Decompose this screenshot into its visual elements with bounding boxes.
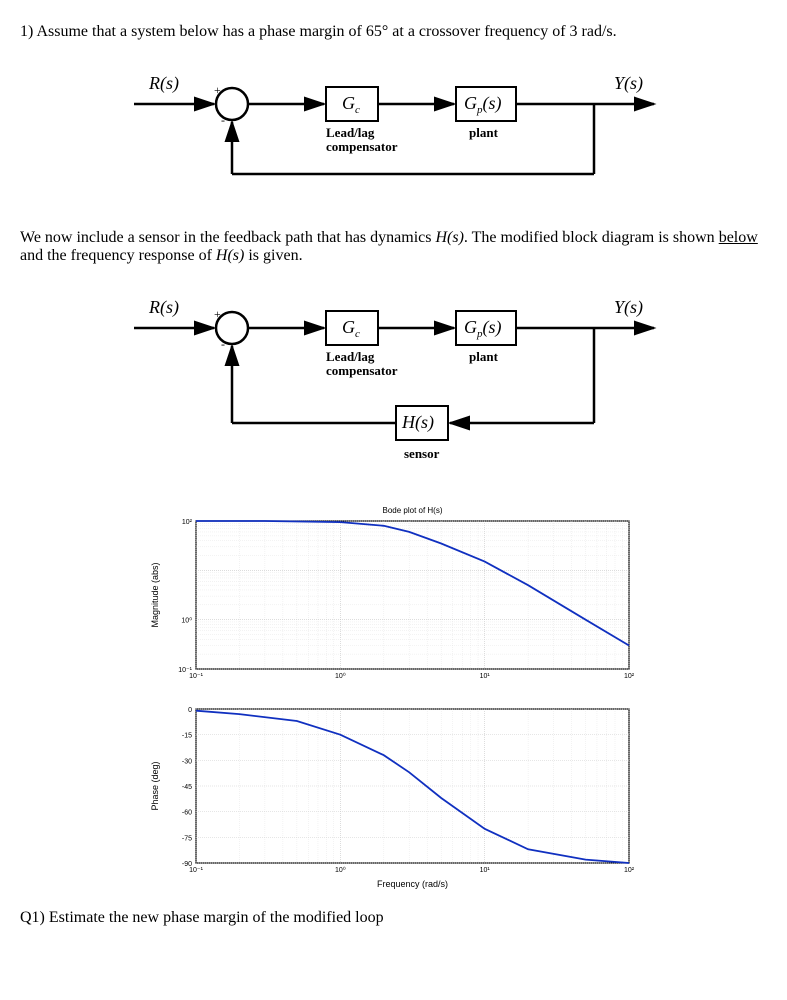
svg-text:10⁻¹: 10⁻¹ bbox=[189, 673, 203, 680]
block-diagram-1: R(s) + - Gc Lead/lag compensator Gp(s) p… bbox=[114, 59, 674, 199]
svg-text:sensor: sensor bbox=[404, 446, 440, 461]
svg-text:Magnitude (abs): Magnitude (abs) bbox=[150, 562, 160, 627]
svg-text:-75: -75 bbox=[181, 835, 191, 842]
svg-text:0: 0 bbox=[188, 707, 192, 714]
svg-text:compensator: compensator bbox=[326, 363, 398, 378]
svg-text:10¹: 10¹ bbox=[479, 673, 490, 680]
svg-text:-: - bbox=[221, 337, 225, 351]
block-diagram-2: R(s) + - Gc Lead/lag compensator Gp(s) p… bbox=[114, 283, 674, 483]
svg-text:10²: 10² bbox=[623, 867, 634, 874]
svg-text:plant: plant bbox=[469, 349, 499, 364]
bode-magnitude-chart: 10⁻¹ 10⁰ 10¹ 10² 10⁻¹ 10⁰ 10² Bode plot of H(s)… bbox=[144, 503, 644, 683]
svg-text:+: + bbox=[214, 83, 221, 97]
svg-text:10⁰: 10⁰ bbox=[335, 866, 346, 874]
svg-text:10⁰: 10⁰ bbox=[181, 617, 192, 625]
svg-text:-90: -90 bbox=[181, 861, 191, 868]
svg-text:plant: plant bbox=[469, 125, 499, 140]
svg-text:-30: -30 bbox=[181, 758, 191, 765]
svg-text:10²: 10² bbox=[181, 519, 192, 526]
svg-text:Lead/lag: Lead/lag bbox=[326, 125, 375, 140]
svg-text:+: + bbox=[214, 307, 221, 321]
para-sensor: We now include a sensor in the feedback … bbox=[20, 229, 767, 265]
svg-text:compensator: compensator bbox=[326, 139, 398, 154]
svg-text:10⁰: 10⁰ bbox=[335, 672, 346, 680]
bode-phase-chart: 10⁻¹ 10⁰ 10¹ 10² 0 -15 -30 -45 -60 -75 -90 Phase (d… bbox=[144, 701, 644, 891]
svg-text:Phase (deg): Phase (deg) bbox=[150, 761, 160, 810]
svg-text:Frequency (rad/s): Frequency (rad/s) bbox=[376, 879, 447, 889]
svg-text:Y(s): Y(s) bbox=[614, 297, 643, 318]
svg-text:10¹: 10¹ bbox=[479, 867, 490, 874]
svg-text:R(s): R(s) bbox=[148, 297, 179, 318]
svg-text:H(s): H(s) bbox=[401, 412, 434, 433]
svg-text:Gp(s): Gp(s) bbox=[464, 93, 502, 116]
svg-text:-60: -60 bbox=[181, 810, 191, 817]
svg-text:10²: 10² bbox=[623, 673, 634, 680]
question-intro: 1) Assume that a system below has a phas… bbox=[20, 23, 767, 41]
svg-text:10⁻¹: 10⁻¹ bbox=[178, 667, 192, 674]
svg-text:-: - bbox=[221, 113, 225, 127]
output-label: Y(s) bbox=[614, 73, 643, 94]
svg-text:10⁻¹: 10⁻¹ bbox=[189, 867, 203, 874]
svg-text:Lead/lag: Lead/lag bbox=[326, 349, 375, 364]
svg-text:Bode plot of H(s): Bode plot of H(s) bbox=[382, 506, 442, 515]
q1-text: Q1) Estimate the new phase margin of the… bbox=[20, 909, 767, 927]
svg-text:-15: -15 bbox=[181, 733, 191, 740]
input-label: R(s) bbox=[148, 73, 179, 94]
svg-text:Gp(s): Gp(s) bbox=[464, 317, 502, 340]
svg-text:-45: -45 bbox=[181, 784, 191, 791]
